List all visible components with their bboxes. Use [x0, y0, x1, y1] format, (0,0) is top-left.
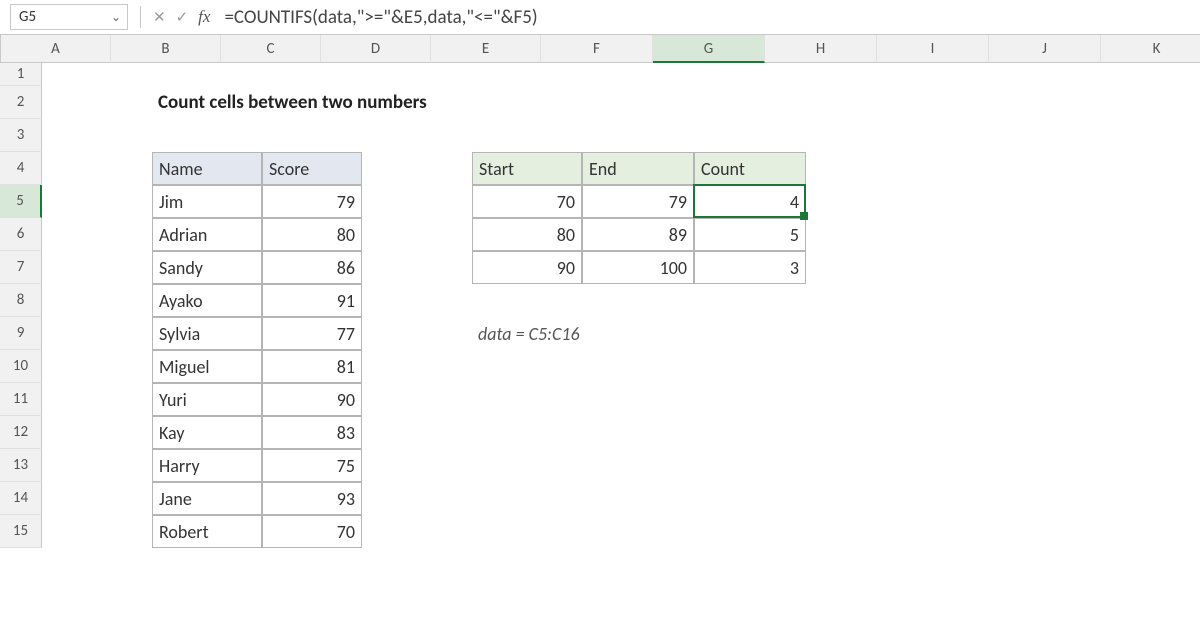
row-header-12[interactable]: 12 [0, 416, 42, 449]
spreadsheet-cells[interactable]: Count cells between two numbers NameScore… [42, 63, 1200, 548]
col-header-K[interactable]: K [1101, 35, 1200, 63]
table2-end-1[interactable]: 89 [582, 218, 694, 251]
formula-input[interactable] [218, 5, 1192, 30]
table2-start-1[interactable]: 80 [472, 218, 582, 251]
row-header-13[interactable]: 13 [0, 449, 42, 482]
formula-bar-icons: ✕ ✓ fx [153, 7, 210, 27]
row-header-11[interactable]: 11 [0, 383, 42, 416]
row-header-10[interactable]: 10 [0, 350, 42, 383]
formula-bar: G5 ⌄ ✕ ✓ fx [0, 0, 1200, 35]
table1-name-0[interactable]: Jim [152, 185, 262, 218]
table2-header-0: Start [472, 152, 582, 185]
table1-score-1[interactable]: 80 [262, 218, 362, 251]
table1-name-10[interactable]: Robert [152, 515, 262, 548]
table1-score-0[interactable]: 79 [262, 185, 362, 218]
row-header-6[interactable]: 6 [0, 218, 42, 251]
table1-score-7[interactable]: 83 [262, 416, 362, 449]
row-header-7[interactable]: 7 [0, 251, 42, 284]
col-header-G[interactable]: G [653, 35, 765, 63]
row-header-8[interactable]: 8 [0, 284, 42, 317]
row-header-3[interactable]: 3 [0, 119, 42, 152]
col-header-F[interactable]: F [541, 35, 653, 63]
grid-body: 123456789101112131415 Count cells betwee… [0, 63, 1200, 548]
table1-score-9[interactable]: 93 [262, 482, 362, 515]
table1-header-1: Score [262, 152, 362, 185]
column-header-row: ABCDEFGHIJK [0, 35, 1200, 63]
table1-score-4[interactable]: 77 [262, 317, 362, 350]
table1-name-8[interactable]: Harry [152, 449, 262, 482]
page-title: Count cells between two numbers [152, 86, 582, 119]
table2-start-0[interactable]: 70 [472, 185, 582, 218]
table1-name-4[interactable]: Sylvia [152, 317, 262, 350]
table1-name-2[interactable]: Sandy [152, 251, 262, 284]
table1-name-7[interactable]: Kay [152, 416, 262, 449]
named-range-note: data = C5:C16 [472, 317, 806, 350]
row-header-14[interactable]: 14 [0, 482, 42, 515]
table1-score-5[interactable]: 81 [262, 350, 362, 383]
table1-score-3[interactable]: 91 [262, 284, 362, 317]
table2-count-2[interactable]: 3 [694, 251, 806, 284]
table2-header-2: Count [694, 152, 806, 185]
table1-name-5[interactable]: Miguel [152, 350, 262, 383]
fx-icon[interactable]: fx [198, 7, 210, 27]
table1-header-0: Name [152, 152, 262, 185]
table1-score-2[interactable]: 86 [262, 251, 362, 284]
col-header-A[interactable]: A [1, 35, 111, 63]
name-box-value: G5 [19, 8, 36, 26]
chevron-down-icon[interactable]: ⌄ [111, 10, 121, 25]
table1-name-1[interactable]: Adrian [152, 218, 262, 251]
table2-end-2[interactable]: 100 [582, 251, 694, 284]
enter-icon[interactable]: ✓ [176, 8, 189, 27]
name-box[interactable]: G5 ⌄ [10, 4, 128, 30]
table1-name-6[interactable]: Yuri [152, 383, 262, 416]
col-header-C[interactable]: C [221, 35, 321, 63]
table1-score-10[interactable]: 70 [262, 515, 362, 548]
row-header-1[interactable]: 1 [0, 63, 42, 86]
col-header-H[interactable]: H [765, 35, 877, 63]
col-header-E[interactable]: E [431, 35, 541, 63]
row-header-4[interactable]: 4 [0, 152, 42, 185]
cancel-icon[interactable]: ✕ [153, 8, 166, 27]
select-all-corner[interactable] [0, 35, 1, 63]
table2-end-0[interactable]: 79 [582, 185, 694, 218]
table1-name-3[interactable]: Ayako [152, 284, 262, 317]
col-header-B[interactable]: B [111, 35, 221, 63]
table1-name-9[interactable]: Jane [152, 482, 262, 515]
divider [140, 6, 141, 28]
row-header-2[interactable]: 2 [0, 86, 42, 119]
table2-count-1[interactable]: 5 [694, 218, 806, 251]
col-header-J[interactable]: J [989, 35, 1101, 63]
table2-count-0[interactable]: 4 [694, 185, 806, 218]
row-header-9[interactable]: 9 [0, 317, 42, 350]
table1-score-8[interactable]: 75 [262, 449, 362, 482]
row-header-5[interactable]: 5 [0, 185, 42, 218]
table1-score-6[interactable]: 90 [262, 383, 362, 416]
col-header-D[interactable]: D [321, 35, 431, 63]
row-header-15[interactable]: 15 [0, 515, 42, 548]
table2-header-1: End [582, 152, 694, 185]
table2-start-2[interactable]: 90 [472, 251, 582, 284]
col-header-I[interactable]: I [877, 35, 989, 63]
